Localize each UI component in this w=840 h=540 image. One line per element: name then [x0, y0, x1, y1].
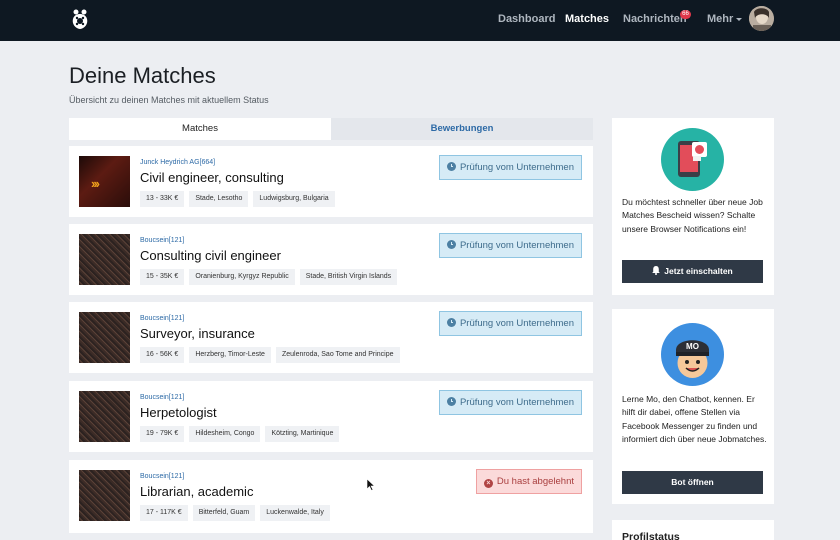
- user-avatar[interactable]: [749, 6, 774, 31]
- status-label: Prüfung vom Unternehmen: [459, 318, 574, 329]
- match-thumbnail: [79, 470, 130, 521]
- match-title[interactable]: Herpetologist: [140, 405, 217, 420]
- match-company[interactable]: Boucsein[121]: [140, 473, 184, 480]
- chatbot-text: Lerne Mo, den Chatbot, kennen. Er hilft …: [622, 394, 767, 444]
- open-bot-button[interactable]: Bot öffnen: [622, 471, 763, 494]
- nav-nachrichten[interactable]: Nachrichten: [623, 13, 687, 25]
- phone-notification-icon: [678, 141, 707, 177]
- match-tags: 16 - 56K € Herzberg, Timor-Leste Zeulenr…: [140, 347, 400, 363]
- location-tag: Herzberg, Timor-Leste: [189, 347, 271, 363]
- match-title[interactable]: Surveyor, insurance: [140, 326, 255, 341]
- navbar: Dashboard Matches Nachrichten 66 Mehr: [0, 0, 840, 41]
- nav-matches[interactable]: Matches: [565, 13, 609, 25]
- status-label: Du hast abgelehnt: [496, 476, 574, 487]
- match-company[interactable]: Boucsein[121]: [140, 315, 184, 322]
- location-tag: Kötzting, Martinique: [265, 426, 340, 442]
- chatbot-illustration: MO: [661, 323, 724, 386]
- profile-status-card: Profilstatus: [612, 520, 774, 540]
- chatbot-mo-icon: MO: [676, 340, 709, 378]
- match-company[interactable]: Boucsein[121]: [140, 394, 184, 401]
- match-thumbnail: [79, 312, 130, 363]
- notification-illustration: [661, 128, 724, 191]
- clock-icon: [446, 318, 456, 327]
- enable-notifications-button[interactable]: Jetzt einschalten: [622, 260, 763, 283]
- salary-tag: 13 - 33K €: [140, 191, 185, 207]
- match-company[interactable]: Boucsein[121]: [140, 237, 184, 244]
- arrows-icon: ›››: [91, 176, 100, 191]
- caret-down-icon: [736, 17, 743, 21]
- notifications-text: Du möchtest schneller über neue Job Matc…: [622, 197, 763, 234]
- status-label: Prüfung vom Unternehmen: [459, 240, 574, 251]
- nav-mehr-label: Mehr: [707, 13, 734, 25]
- profile-status-title: Profilstatus: [622, 531, 680, 540]
- tabs-bar: Matches Bewerbungen: [69, 118, 593, 140]
- nav-mehr-dropdown[interactable]: Mehr: [707, 13, 743, 25]
- match-card[interactable]: Boucsein[121] Herpetologist 19 - 79K € H…: [69, 381, 593, 452]
- tab-bewerbungen[interactable]: Bewerbungen: [331, 118, 593, 140]
- status-label: Prüfung vom Unternehmen: [459, 162, 574, 173]
- avatar-photo-icon: [749, 6, 774, 31]
- match-card[interactable]: ››› Junck Heydrich AG[664] Civil enginee…: [69, 146, 593, 217]
- match-thumbnail: [79, 391, 130, 442]
- page-title: Deine Matches: [69, 63, 216, 88]
- bell-icon: [652, 266, 661, 275]
- location-tag: Oranienburg, Kyrgyz Republic: [189, 269, 295, 285]
- salary-tag: 17 - 117K €: [140, 505, 188, 521]
- location-tag: Stade, Lesotho: [189, 191, 249, 207]
- status-label: Prüfung vom Unternehmen: [459, 397, 574, 408]
- tab-matches[interactable]: Matches: [69, 118, 331, 140]
- match-tags: 15 - 35K € Oranienburg, Kyrgyz Republic …: [140, 269, 398, 285]
- match-card[interactable]: Boucsein[121] Surveyor, insurance 16 - 5…: [69, 302, 593, 373]
- enable-notifications-label: Jetzt einschalten: [664, 266, 733, 276]
- match-title[interactable]: Consulting civil engineer: [140, 248, 281, 263]
- status-badge: Prüfung vom Unternehmen: [438, 155, 582, 180]
- salary-tag: 16 - 56K €: [140, 347, 185, 363]
- status-badge: Prüfung vom Unternehmen: [438, 311, 582, 336]
- match-thumbnail: [79, 234, 130, 285]
- match-title[interactable]: Librarian, academic: [140, 484, 253, 499]
- mouse-cursor-icon: [367, 479, 375, 491]
- match-tags: 13 - 33K € Stade, Lesotho Ludwigsburg, B…: [140, 191, 335, 207]
- location-tag: Stade, British Virgin Islands: [299, 269, 398, 285]
- notifications-card: Du möchtest schneller über neue Job Matc…: [612, 118, 774, 295]
- match-card[interactable]: Boucsein[121] Consulting civil engineer …: [69, 224, 593, 295]
- messages-count-badge: 66: [680, 10, 691, 19]
- match-tags: 19 - 79K € Hildesheim, Congo Kötzting, M…: [140, 426, 340, 442]
- x-circle-icon: ×: [483, 479, 493, 488]
- location-tag: Zeulenroda, Sao Tome and Principe: [275, 347, 400, 363]
- match-card[interactable]: Boucsein[121] Librarian, academic 17 - 1…: [69, 460, 593, 533]
- status-badge: Prüfung vom Unternehmen: [438, 233, 582, 258]
- location-tag: Bitterfeld, Guam: [192, 505, 256, 521]
- cap-text: MO: [686, 342, 699, 351]
- clock-icon: [446, 397, 456, 406]
- location-tag: Hildesheim, Congo: [189, 426, 261, 442]
- nav-dashboard[interactable]: Dashboard: [498, 13, 555, 25]
- clock-icon: [446, 162, 456, 171]
- location-tag: Luckenwalde, Italy: [260, 505, 330, 521]
- status-badge: × Du hast abgelehnt: [475, 469, 582, 494]
- match-company[interactable]: Junck Heydrich AG[664]: [140, 159, 215, 166]
- brand-logo-icon[interactable]: [70, 8, 90, 30]
- clock-icon: [446, 240, 456, 249]
- salary-tag: 19 - 79K €: [140, 426, 185, 442]
- match-tags: 17 - 117K € Bitterfeld, Guam Luckenwalde…: [140, 505, 330, 521]
- match-thumbnail: ›››: [79, 156, 130, 207]
- chatbot-card: MO Lerne Mo, den Chatbot, kennen. Er hil…: [612, 309, 774, 504]
- salary-tag: 15 - 35K €: [140, 269, 185, 285]
- location-tag: Ludwigsburg, Bulgaria: [253, 191, 335, 207]
- match-title[interactable]: Civil engineer, consulting: [140, 170, 284, 185]
- status-badge: Prüfung vom Unternehmen: [438, 390, 582, 415]
- page-subtitle: Übersicht zu deinen Matches mit aktuelle…: [69, 95, 269, 105]
